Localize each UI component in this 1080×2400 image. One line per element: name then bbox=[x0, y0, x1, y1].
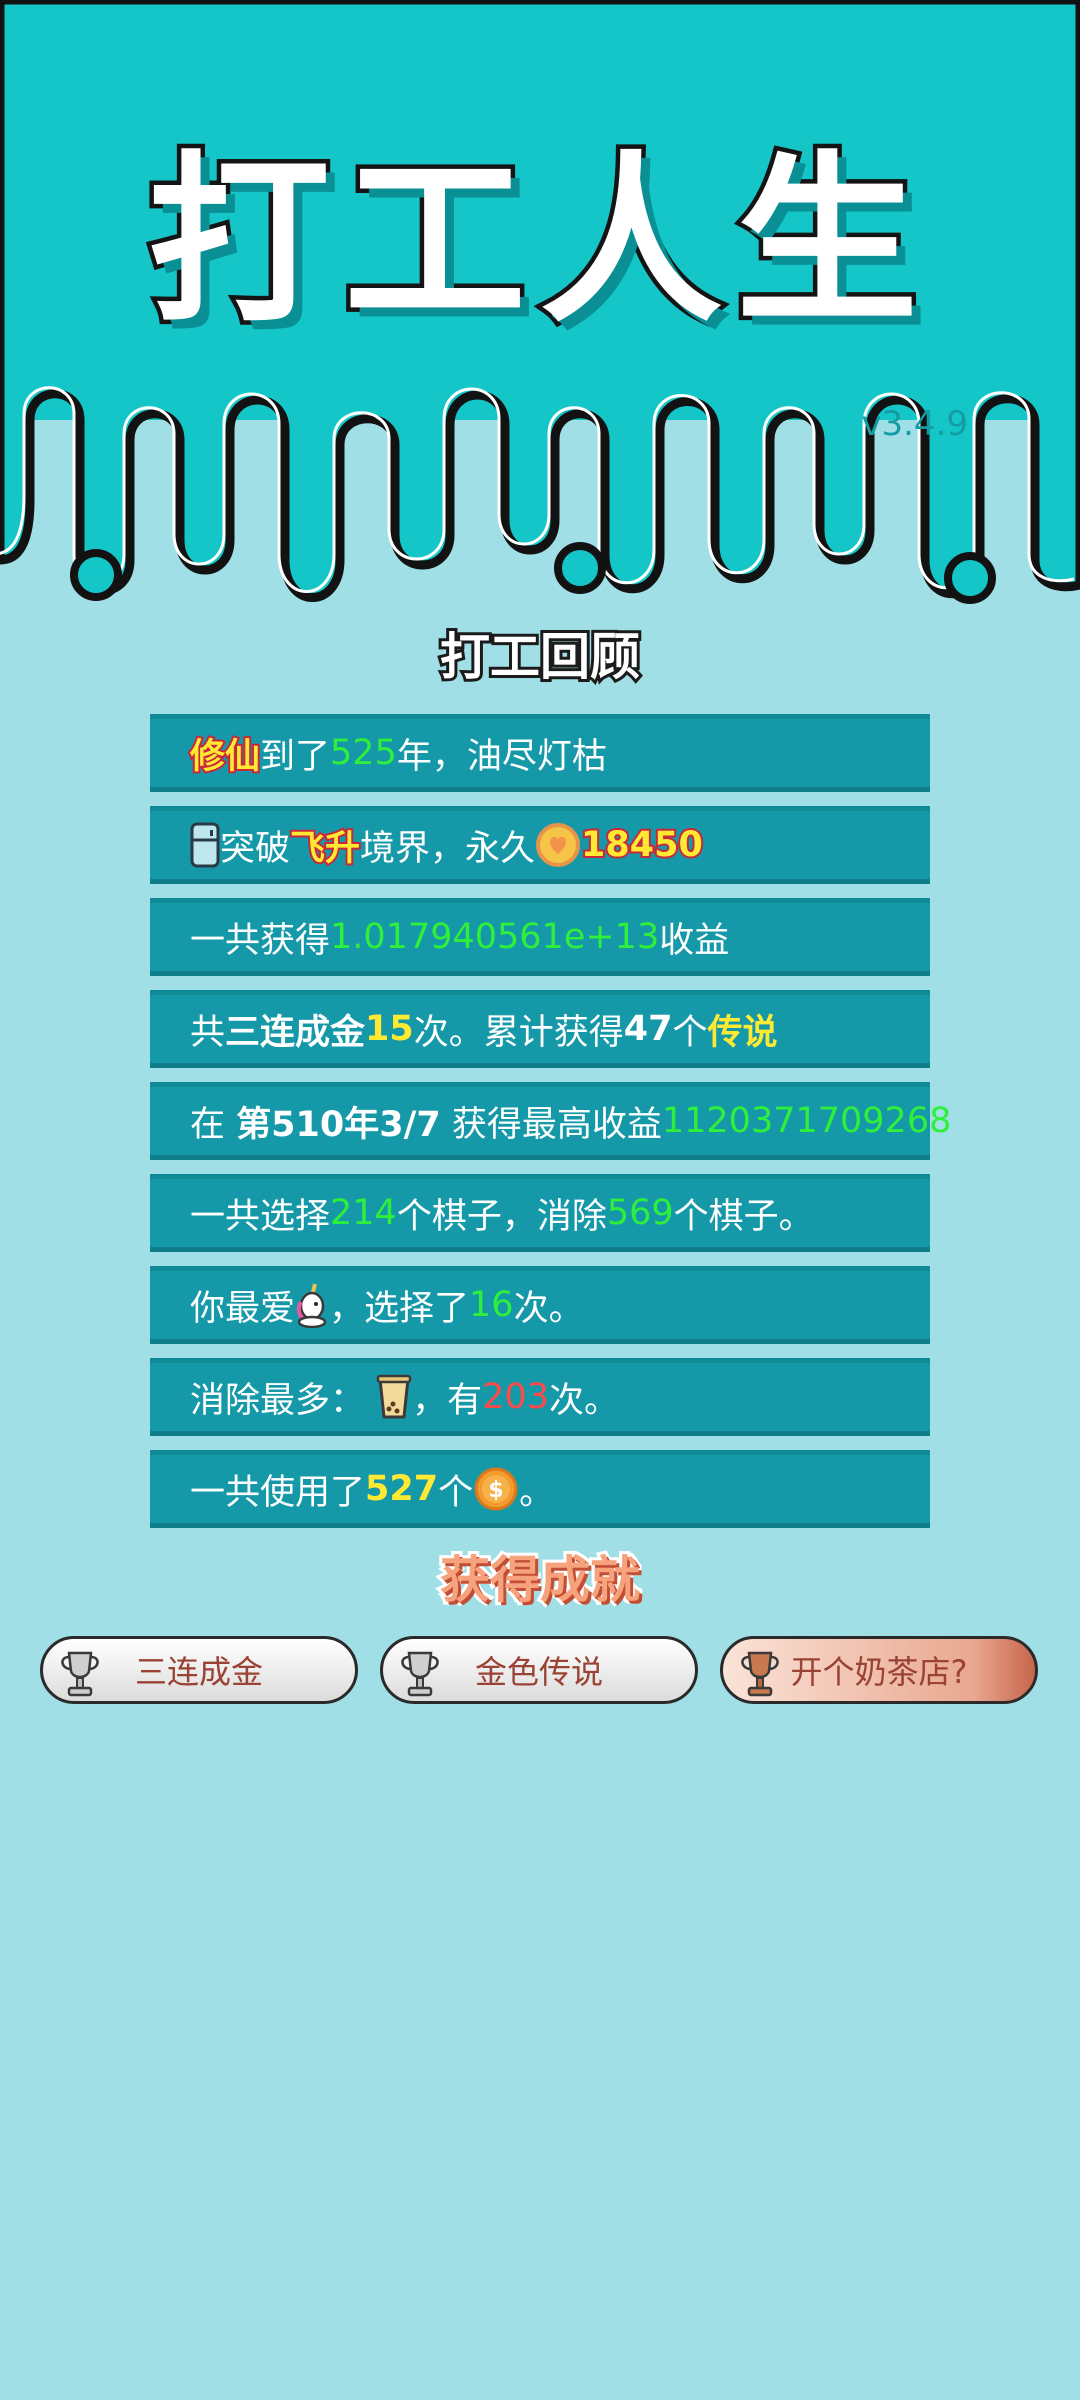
row-text: 个 bbox=[672, 1012, 708, 1053]
review-row: 修仙 到了 525 年，油尽灯枯 bbox=[150, 714, 930, 792]
review-row: 你最爱 ，选择了 16 次。 bbox=[150, 1266, 930, 1344]
milk-tea-icon bbox=[376, 1374, 412, 1419]
combo-label: 三连成金 bbox=[225, 1012, 366, 1053]
realm-label: 修仙 bbox=[188, 735, 262, 779]
achievements-title: 获得成就 bbox=[437, 1551, 643, 1609]
review-row: 一共选择 214 个棋子，消除 569 个棋子。 bbox=[150, 1174, 930, 1252]
realm-label: 飞升 bbox=[288, 827, 362, 871]
version-label: v3.4.9 bbox=[861, 404, 968, 444]
coin-count: 527 bbox=[365, 1469, 439, 1509]
favorite-count: 16 bbox=[469, 1285, 514, 1325]
achievements-list: 三连成金 金色传说 开个奶茶店? bbox=[40, 1636, 1040, 1706]
combo-count: 15 bbox=[365, 1009, 414, 1049]
fridge-icon bbox=[190, 822, 220, 868]
review-row: 突破 飞升 境界，永久 18450 bbox=[150, 806, 930, 884]
review-title: 打工回顾 bbox=[437, 628, 643, 686]
row-text: 一共使用了 bbox=[190, 1472, 366, 1513]
row-text: 次。 bbox=[548, 1380, 619, 1421]
achievement-badge-combo[interactable]: 三连成金 bbox=[40, 1636, 358, 1704]
heart-coin-icon bbox=[536, 823, 581, 867]
achievement-label: 三连成金 bbox=[134, 1653, 263, 1691]
silver-trophy-icon bbox=[61, 1651, 99, 1697]
review-row: 共 三连成金 15 次。累计获得 47 个 传说 bbox=[150, 990, 930, 1068]
row-text: 到了 bbox=[260, 736, 331, 777]
row-text: 个棋子，消除 bbox=[396, 1196, 607, 1237]
row-text: 个棋子。 bbox=[673, 1196, 814, 1237]
row-text: 消除最多： bbox=[190, 1380, 366, 1421]
review-row: 一共使用了 527 个 $ 。 bbox=[150, 1450, 930, 1528]
removed-most-count: 203 bbox=[482, 1377, 549, 1417]
coin-icon: $ bbox=[474, 1467, 518, 1511]
years-value: 525 bbox=[330, 733, 397, 773]
row-text: 获得最高收益 bbox=[451, 1104, 662, 1145]
silver-trophy-icon bbox=[401, 1651, 439, 1697]
max-income-value: 1120371709268 bbox=[661, 1101, 952, 1141]
row-text: 收益 bbox=[659, 920, 730, 961]
review-row: 在 第510年3/7 获得最高收益 1120371709268 bbox=[150, 1082, 951, 1160]
row-text: 突破 bbox=[220, 828, 291, 869]
svg-text:$: $ bbox=[488, 1478, 503, 1503]
date-value: 第510年3/7 bbox=[236, 1104, 441, 1145]
row-text: 在 bbox=[190, 1104, 226, 1145]
selected-count: 214 bbox=[330, 1193, 397, 1233]
row-text: 个 bbox=[438, 1472, 474, 1513]
achievement-badge-milk-tea[interactable]: 开个奶茶店? bbox=[720, 1636, 1038, 1704]
row-text: 一共获得 bbox=[190, 920, 331, 961]
row-text: 年，油尽灯枯 bbox=[396, 736, 607, 777]
row-text: 共 bbox=[190, 1012, 226, 1053]
row-text: 。 bbox=[519, 1472, 555, 1513]
row-text: ，选择了 bbox=[329, 1288, 470, 1329]
unicorn-icon bbox=[296, 1283, 327, 1328]
review-row: 一共获得 1.017940561e+13 收益 bbox=[150, 898, 930, 976]
bronze-trophy-icon bbox=[741, 1651, 779, 1697]
legend-count: 47 bbox=[623, 1009, 673, 1049]
legend-label: 传说 bbox=[707, 1012, 778, 1053]
bonus-value: 18450 bbox=[579, 823, 705, 867]
removed-count: 569 bbox=[606, 1193, 674, 1233]
review-list: 修仙 到了 525 年，油尽灯枯 突破 飞升 境界，永久 18450 一共获得 … bbox=[150, 714, 951, 1542]
row-text: 次。累计获得 bbox=[413, 1012, 624, 1053]
row-text: 你最爱 bbox=[190, 1288, 296, 1329]
row-text: ，有 bbox=[412, 1380, 483, 1421]
achievement-label: 金色传说 bbox=[474, 1653, 603, 1691]
game-title: 打工人生 bbox=[144, 135, 932, 347]
row-text: 一共选择 bbox=[190, 1196, 331, 1237]
review-row: 消除最多： ，有 203 次。 bbox=[150, 1358, 930, 1436]
achievement-label: 开个奶茶店? bbox=[790, 1653, 968, 1691]
total-income-value: 1.017940561e+13 bbox=[330, 917, 660, 957]
achievement-badge-legend[interactable]: 金色传说 bbox=[380, 1636, 698, 1704]
row-text: 境界，永久 bbox=[360, 828, 536, 869]
row-text: 次。 bbox=[513, 1288, 584, 1329]
